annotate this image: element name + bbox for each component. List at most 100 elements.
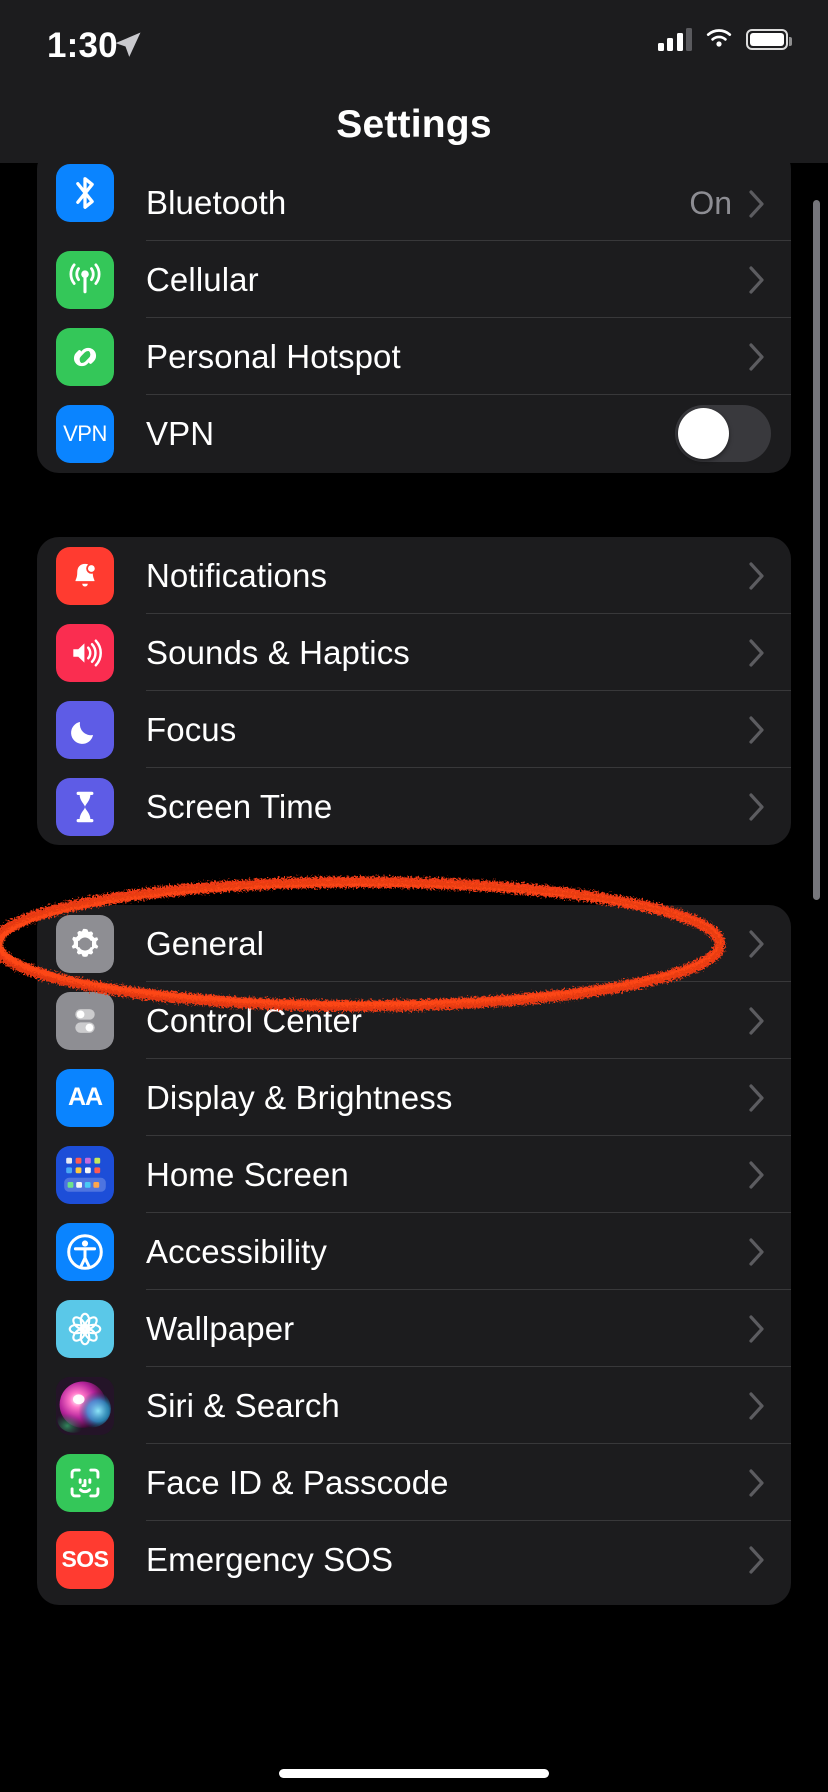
chevron-right-icon [749, 792, 764, 821]
settings-row-label: Bluetooth [146, 184, 287, 221]
settings-row-accessory [749, 1160, 791, 1189]
hotspot-link-icon [56, 327, 114, 386]
chevron-right-icon [749, 1006, 764, 1035]
home-indicator [279, 1769, 549, 1778]
settings-row-control-center[interactable]: Control Center [37, 982, 791, 1059]
settings-row-accessory [749, 1391, 791, 1420]
chevron-right-icon [749, 1391, 764, 1420]
vpn-icon: VPN [56, 404, 114, 463]
settings-group-alerts: Notifications Sounds & Haptics Focus Scr… [37, 537, 791, 845]
settings-row-emergency-sos[interactable]: SOS Emergency SOS [37, 1521, 791, 1598]
settings-row-personal-hotspot[interactable]: Personal Hotspot [37, 318, 791, 395]
nav-bar: Settings [0, 86, 828, 163]
iphone-settings-screen: 1:30 Settings Bluetooth On Cellular Pers… [0, 0, 828, 1792]
settings-row-accessory [749, 342, 791, 371]
speaker-icon [56, 623, 114, 682]
chevron-right-icon [749, 561, 764, 590]
settings-row-home-screen[interactable]: Home Screen [37, 1136, 791, 1213]
bell-icon [56, 546, 114, 605]
battery-icon [746, 28, 792, 50]
chevron-right-icon [749, 189, 764, 218]
settings-row-face-id-passcode[interactable]: Face ID & Passcode [37, 1444, 791, 1521]
siri-orb-icon [56, 1376, 114, 1435]
settings-row-accessibility[interactable]: Accessibility [37, 1213, 791, 1290]
settings-row-label: Personal Hotspot [146, 337, 401, 375]
chevron-right-icon [749, 638, 764, 667]
chevron-right-icon [749, 342, 764, 371]
app-grid-icon [56, 1145, 114, 1204]
settings-row-accessory [749, 561, 791, 590]
settings-row-label: Cellular [146, 260, 259, 298]
settings-row-vpn[interactable]: VPN VPN [37, 395, 791, 472]
cellular-signal-icon [657, 27, 692, 51]
settings-list: Bluetooth On Cellular Personal Hotspot V… [0, 147, 828, 1792]
settings-row-label: Display & Brightness [146, 1078, 453, 1116]
settings-row-accessory [749, 1237, 791, 1266]
settings-row-accessory [749, 638, 791, 667]
flower-icon [56, 1299, 114, 1358]
chevron-right-icon [749, 715, 764, 744]
settings-row-siri-search[interactable]: Siri & Search [37, 1367, 791, 1444]
settings-row-focus[interactable]: Focus [37, 691, 791, 768]
settings-row-cellular[interactable]: Cellular [37, 241, 791, 318]
chevron-right-icon [749, 1545, 764, 1574]
cellular-tower-icon [56, 250, 114, 309]
settings-row-wallpaper[interactable]: Wallpaper [37, 1290, 791, 1367]
bluetooth-icon [56, 164, 114, 222]
text-size-icon: AA [56, 1068, 114, 1127]
settings-row-label: Accessibility [146, 1232, 328, 1270]
settings-row-label: Emergency SOS [146, 1540, 394, 1578]
page-title: Settings [336, 102, 492, 146]
bluetooth-status-value: On [689, 185, 732, 221]
settings-row-notifications[interactable]: Notifications [37, 537, 791, 614]
settings-row-accessory [675, 405, 791, 462]
settings-row-label: Siri & Search [146, 1386, 340, 1424]
settings-row-accessory [749, 1314, 791, 1343]
settings-row-display-brightness[interactable]: AA Display & Brightness [37, 1059, 791, 1136]
toggle-knob [678, 408, 729, 459]
settings-row-label: Sounds & Haptics [146, 633, 410, 671]
settings-group-system: General Control Center AA Display & Brig… [37, 905, 791, 1605]
settings-row-accessory [749, 1468, 791, 1497]
settings-row-accessory: On [689, 185, 791, 222]
settings-row-label: Control Center [146, 1001, 362, 1039]
settings-row-label: VPN [146, 414, 215, 452]
moon-icon [56, 700, 114, 759]
settings-row-accessory [749, 715, 791, 744]
settings-row-accessory [749, 1545, 791, 1574]
settings-row-label: Screen Time [146, 787, 333, 825]
status-bar-indicators [657, 27, 792, 51]
settings-row-accessory [749, 792, 791, 821]
hourglass-icon [56, 777, 114, 836]
settings-row-label: Focus [146, 710, 237, 748]
settings-row-screen-time[interactable]: Screen Time [37, 768, 791, 845]
chevron-right-icon [749, 929, 764, 958]
settings-row-accessory [749, 1006, 791, 1035]
settings-row-label: Face ID & Passcode [146, 1463, 449, 1501]
settings-row-accessory [749, 1083, 791, 1112]
settings-row-sounds-haptics[interactable]: Sounds & Haptics [37, 614, 791, 691]
scroll-indicator[interactable] [813, 200, 820, 900]
settings-row-label: Wallpaper [146, 1309, 295, 1347]
accessibility-person-icon [56, 1222, 114, 1281]
face-id-icon [56, 1453, 114, 1512]
chevron-right-icon [749, 1468, 764, 1497]
chevron-right-icon [749, 1314, 764, 1343]
status-bar-time: 1:30 [47, 26, 118, 65]
wifi-icon [706, 29, 732, 47]
settings-row-accessory [749, 265, 791, 294]
settings-row-label: Notifications [146, 556, 328, 594]
gear-icon [56, 914, 114, 973]
vpn-toggle[interactable] [675, 405, 771, 462]
sos-icon: SOS [56, 1530, 114, 1589]
status-bar: 1:30 [0, 0, 828, 86]
settings-row-label: Home Screen [146, 1155, 349, 1193]
chevron-right-icon [749, 265, 764, 294]
chevron-right-icon [749, 1083, 764, 1112]
location-arrow-icon [115, 32, 141, 57]
control-toggles-icon [56, 991, 114, 1050]
settings-row-accessory [749, 929, 791, 958]
settings-group-connectivity: Bluetooth On Cellular Personal Hotspot V… [37, 147, 791, 473]
settings-row-general[interactable]: General [37, 905, 791, 982]
chevron-right-icon [749, 1160, 764, 1189]
